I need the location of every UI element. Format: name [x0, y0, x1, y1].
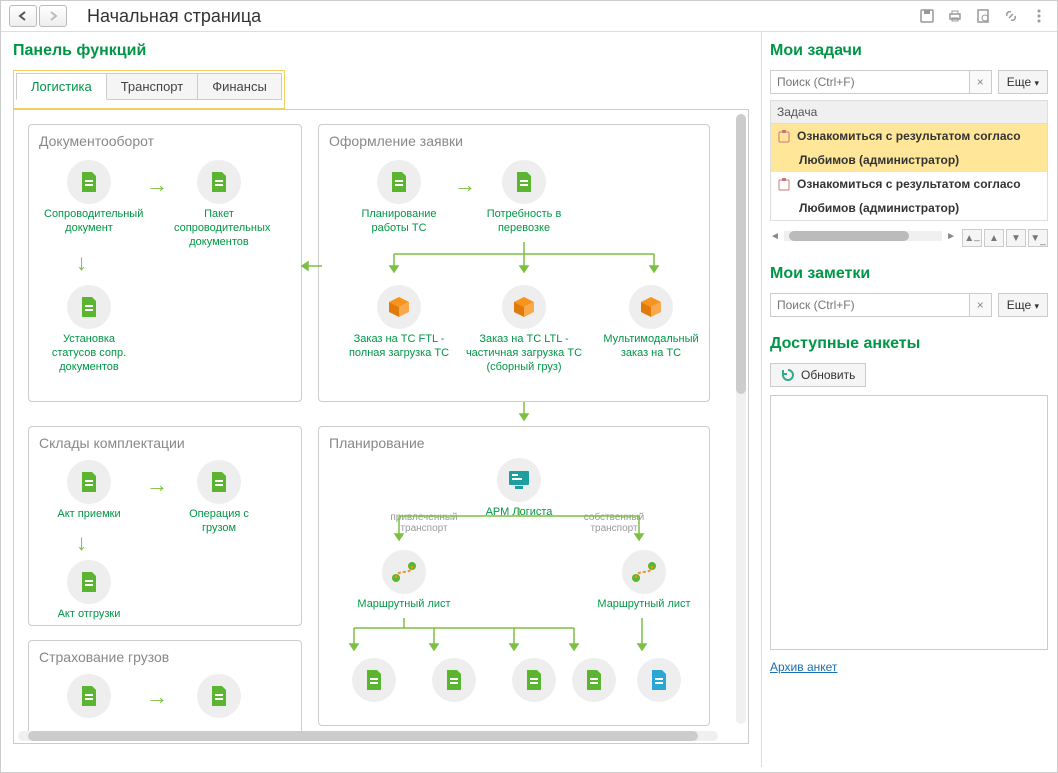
node-route2[interactable]: Маршрутный лист	[594, 550, 694, 612]
group-planning-title: Планирование	[319, 427, 709, 455]
arrow-icon: →	[146, 172, 168, 198]
tasks-search-input[interactable]	[771, 71, 969, 93]
node-insurance-1[interactable]	[44, 674, 134, 722]
my-tasks-title: Мои задачи	[770, 42, 1048, 60]
tab-transport[interactable]: Транспорт	[107, 73, 199, 100]
node-insurance-2[interactable]	[174, 674, 264, 722]
node-ltl[interactable]: Заказ на ТС LTL - частичная загрузка ТС …	[464, 285, 584, 374]
tasks-down-button[interactable]: ▼	[1006, 229, 1026, 247]
node-route1[interactable]: Маршрутный лист	[354, 550, 454, 612]
group-warehouses-title: Склады комплектации	[29, 427, 301, 455]
link-icon[interactable]	[1001, 6, 1021, 26]
arrow-icon: ↓	[76, 250, 87, 276]
my-notes-title: Мои заметки	[770, 265, 1048, 283]
task-row-sub[interactable]: Любимов (администратор)	[771, 148, 1047, 172]
node-status-set[interactable]: Установка статусов сопр. документов	[44, 285, 134, 374]
tab-logistics[interactable]: Логистика	[16, 73, 107, 100]
tasks-first-button[interactable]: ▲_	[962, 229, 982, 247]
node-doc-row-1[interactable]	[329, 658, 419, 706]
node-doc-row-2[interactable]	[409, 658, 499, 706]
tasks-hscroll[interactable]	[784, 231, 942, 241]
arrow-icon: →	[454, 172, 476, 198]
surveys-title: Доступные анкеты	[770, 335, 1048, 353]
node-multi[interactable]: Мультимодальный заказ на ТС	[596, 285, 706, 361]
task-row[interactable]: Ознакомиться с результатом согласо	[771, 172, 1047, 196]
node-accomp-doc[interactable]: Сопроводительный документ	[44, 160, 134, 236]
node-ftl[interactable]: Заказ на ТС FTL - полная загрузка ТС	[344, 285, 454, 361]
more-icon[interactable]	[1029, 6, 1049, 26]
nav-forward-button[interactable]	[39, 5, 67, 27]
arrow-icon: →	[146, 472, 168, 498]
node-need[interactable]: Потребность в перевозке	[479, 160, 569, 236]
node-cargo-op[interactable]: Операция с грузом	[174, 460, 264, 536]
page-title: Начальная страница	[87, 6, 261, 27]
node-act-out[interactable]: Акт отгрузки	[44, 560, 134, 622]
functions-panel-title: Панель функций	[13, 42, 749, 60]
group-docflow-title: Документооборот	[29, 125, 301, 153]
diagram-scrollbar-v[interactable]	[736, 114, 746, 724]
tasks-up-button[interactable]: ▲	[984, 229, 1004, 247]
arrow-icon: ↓	[76, 530, 87, 556]
task-row-sub[interactable]: Любимов (администратор)	[771, 196, 1047, 220]
node-packet-docs[interactable]: Пакет сопроводительных документов	[174, 160, 264, 249]
surveys-list	[770, 395, 1048, 650]
tab-finance[interactable]: Финансы	[198, 73, 282, 100]
notes-search-clear[interactable]: ×	[969, 294, 991, 316]
print-icon[interactable]	[945, 6, 965, 26]
surveys-archive-link[interactable]: Архив анкет	[770, 660, 837, 674]
diagram-area: Документооборот Сопроводительный докумен…	[13, 109, 749, 744]
tasks-column-header: Задача	[770, 100, 1048, 124]
node-plan-ts[interactable]: Планирование работы ТС	[354, 160, 444, 236]
notes-search-input[interactable]	[771, 294, 969, 316]
group-order-title: Оформление заявки	[319, 125, 709, 153]
refresh-icon	[781, 368, 795, 382]
save-icon[interactable]	[917, 6, 937, 26]
task-icon	[777, 129, 791, 143]
tasks-last-button[interactable]: ▼_	[1028, 229, 1048, 247]
tasks-more-button[interactable]: Еще ▾	[998, 70, 1048, 94]
task-icon	[777, 177, 791, 191]
tasks-list: Ознакомиться с результатом согласо Любим…	[770, 124, 1048, 221]
group-insurance-title: Страхование грузов	[29, 641, 301, 669]
arrow-icon: →	[146, 684, 168, 710]
node-doc-row-5[interactable]	[614, 658, 704, 706]
surveys-refresh-button[interactable]: Обновить	[770, 363, 866, 387]
tasks-search-clear[interactable]: ×	[969, 71, 991, 93]
task-row[interactable]: Ознакомиться с результатом согласо	[771, 124, 1047, 148]
preview-icon[interactable]	[973, 6, 993, 26]
notes-more-button[interactable]: Еще ▾	[998, 293, 1048, 317]
diagram-scrollbar-h[interactable]	[18, 731, 718, 741]
nav-back-button[interactable]	[9, 5, 37, 27]
node-act-in[interactable]: Акт приемки	[44, 460, 134, 522]
